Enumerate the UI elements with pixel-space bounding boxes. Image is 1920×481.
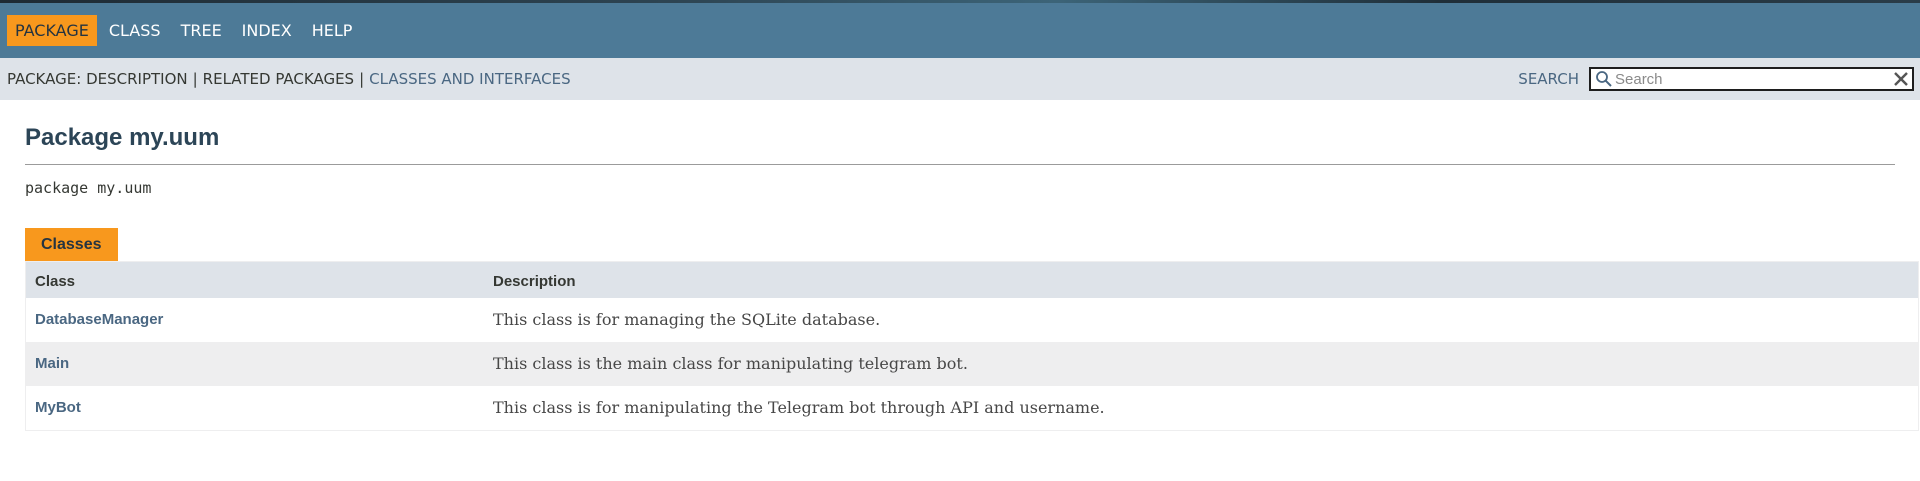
- classes-tab[interactable]: Classes: [25, 228, 118, 261]
- page-title: Package my.uum: [25, 100, 1895, 165]
- table-row: DatabaseManager This class is for managi…: [26, 298, 1918, 342]
- class-description: This class is the main class for manipul…: [493, 354, 968, 373]
- subnav-related-packages: RELATED PACKAGES: [202, 70, 355, 88]
- subnav-classes-link[interactable]: CLASSES AND INTERFACES: [369, 70, 570, 88]
- table-row: MyBot This class is for manipulating the…: [26, 386, 1918, 430]
- sub-navigation-bar: PACKAGE: DESCRIPTION | RELATED PACKAGES …: [0, 58, 1920, 100]
- search-icon: [1596, 71, 1612, 87]
- nav-help[interactable]: HELP: [304, 15, 361, 46]
- nav-package[interactable]: PACKAGE: [7, 15, 97, 46]
- search-box[interactable]: [1589, 67, 1914, 91]
- subnav-description: DESCRIPTION: [86, 70, 188, 88]
- top-navigation-bar: PACKAGE CLASS TREE INDEX HELP: [0, 3, 1920, 58]
- class-link-main[interactable]: Main: [35, 355, 69, 372]
- class-link-databasemanager[interactable]: DatabaseManager: [35, 311, 163, 328]
- table-row: Main This class is the main class for ma…: [26, 342, 1918, 386]
- subnav-separator: |: [359, 70, 365, 88]
- search-input[interactable]: [1613, 70, 1892, 88]
- nav-index[interactable]: INDEX: [234, 15, 300, 46]
- class-link-mybot[interactable]: MyBot: [35, 399, 81, 416]
- main-content: Package my.uum package my.uum Classes Cl…: [0, 100, 1920, 431]
- table-header-row: Class Description: [26, 262, 1918, 298]
- nav-tree[interactable]: TREE: [173, 15, 230, 46]
- subnav-package-label: PACKAGE:: [7, 70, 82, 88]
- package-signature: package my.uum: [25, 179, 152, 197]
- class-description: This class is for managing the SQLite da…: [493, 310, 881, 329]
- column-header-class: Class: [35, 272, 76, 290]
- nav-class[interactable]: CLASS: [101, 15, 169, 46]
- column-header-description: Description: [493, 272, 576, 290]
- search-label: SEARCH: [1518, 70, 1579, 88]
- reset-search-icon[interactable]: [1892, 70, 1910, 88]
- class-summary-table: Class Description DatabaseManager This c…: [25, 261, 1919, 431]
- class-description: This class is for manipulating the Teleg…: [493, 398, 1105, 417]
- subnav-separator: |: [192, 70, 198, 88]
